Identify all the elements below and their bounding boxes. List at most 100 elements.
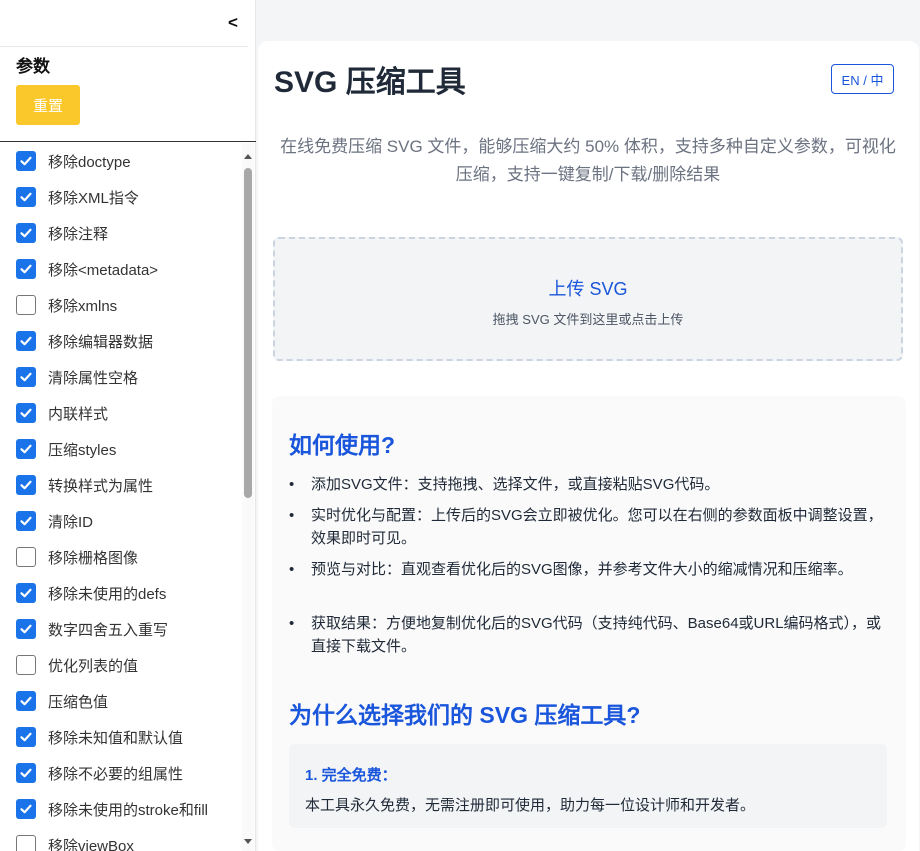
scroll-up-icon[interactable] bbox=[244, 154, 252, 159]
checkbox-unchecked[interactable] bbox=[16, 835, 36, 851]
checkbox-checked[interactable] bbox=[16, 331, 36, 351]
sidebar-scrollbar[interactable] bbox=[242, 143, 254, 851]
checkbox-unchecked[interactable] bbox=[16, 655, 36, 675]
option-item[interactable]: 优化列表的值 bbox=[16, 653, 138, 677]
check-icon bbox=[20, 768, 32, 778]
checkbox-checked[interactable] bbox=[16, 763, 36, 783]
checkbox-checked[interactable] bbox=[16, 367, 36, 387]
check-icon bbox=[20, 192, 32, 202]
option-item[interactable]: 移除viewBox bbox=[16, 833, 134, 851]
check-icon bbox=[20, 444, 32, 454]
checkbox-checked[interactable] bbox=[16, 475, 36, 495]
option-label: 移除未知值和默认值 bbox=[48, 729, 184, 747]
option-list: 移除doctype 移除XML指令 移除注释移除<metadata> 移除xmlns 移… bbox=[0, 143, 242, 851]
option-label: 移除xmlns bbox=[48, 297, 118, 315]
checkbox-checked[interactable] bbox=[16, 151, 36, 171]
option-label: 移除栅格图像 bbox=[48, 549, 139, 567]
option-label: 移除XML指令 bbox=[48, 189, 139, 207]
option-item[interactable]: 移除未知值和默认值 bbox=[16, 725, 183, 749]
check-icon bbox=[20, 696, 32, 706]
list-item: 实时优化与配置：上传后的SVG会立即被优化。您可以在右侧的参数面板中调整设置，效… bbox=[289, 504, 889, 550]
option-item[interactable]: 压缩色值 bbox=[16, 689, 108, 713]
option-label: 移除编辑器数据 bbox=[48, 333, 154, 351]
checkbox-checked[interactable] bbox=[16, 403, 36, 423]
feature-title: 1. 完全免费： bbox=[305, 767, 397, 784]
upload-title[interactable]: 上传 SVG bbox=[275, 275, 901, 301]
info-section: 如何使用? 添加SVG文件：支持拖拽、选择文件，或直接粘贴SVG代码。 实时优化… bbox=[272, 396, 906, 851]
check-icon bbox=[20, 264, 32, 274]
checkbox-checked[interactable] bbox=[16, 223, 36, 243]
howto-heading: 如何使用? bbox=[289, 432, 396, 458]
upload-hint: 拖拽 SVG 文件到这里或点击上传 bbox=[492, 312, 684, 327]
checkbox-checked[interactable] bbox=[16, 439, 36, 459]
option-item[interactable]: 内联样式 bbox=[16, 401, 108, 425]
option-label: 清除属性空格 bbox=[48, 369, 139, 387]
check-icon bbox=[20, 624, 32, 634]
check-icon bbox=[20, 804, 32, 814]
check-icon bbox=[20, 336, 32, 346]
option-item[interactable]: 移除编辑器数据 bbox=[16, 329, 153, 353]
option-label: 移除未使用的stroke和fill bbox=[48, 801, 209, 819]
checkbox-checked[interactable] bbox=[16, 799, 36, 819]
page-subtitle: 在线免费压缩 SVG 文件，能够压缩大约 50% 体积，支持多种自定义参数，可视… bbox=[280, 137, 896, 184]
option-item[interactable]: 数字四舍五入重写 bbox=[16, 617, 168, 641]
check-icon bbox=[20, 588, 32, 598]
option-item[interactable]: 移除未使用的stroke和fill bbox=[16, 797, 208, 821]
language-toggle-button[interactable]: EN / 中 bbox=[831, 64, 894, 94]
divider bbox=[0, 46, 248, 47]
page-title: SVG 压缩工具 bbox=[274, 66, 466, 99]
option-label: 移除<metadata> bbox=[48, 261, 159, 279]
checkbox-checked[interactable] bbox=[16, 511, 36, 531]
checkbox-checked[interactable] bbox=[16, 691, 36, 711]
option-label: 清除ID bbox=[48, 513, 94, 531]
option-item[interactable]: 移除xmlns bbox=[16, 293, 117, 317]
check-icon bbox=[20, 408, 32, 418]
check-icon bbox=[20, 372, 32, 382]
option-item[interactable]: 清除ID bbox=[16, 509, 93, 533]
checkbox-unchecked[interactable] bbox=[16, 547, 36, 567]
option-item[interactable]: 压缩styles bbox=[16, 437, 116, 461]
option-item[interactable]: 移除未使用的defs bbox=[16, 581, 166, 605]
list-item: 添加SVG文件：支持拖拽、选择文件，或直接粘贴SVG代码。 bbox=[289, 473, 889, 496]
feature-description: 本工具永久免费，无需注册即可使用，助力每一位设计师和开发者。 bbox=[305, 797, 756, 814]
option-label: 移除doctype bbox=[48, 153, 131, 171]
check-icon bbox=[20, 732, 32, 742]
option-label: 优化列表的值 bbox=[48, 657, 139, 675]
check-icon bbox=[20, 480, 32, 490]
option-label: 压缩styles bbox=[48, 441, 117, 459]
collapse-sidebar-button[interactable]: < bbox=[224, 12, 242, 34]
option-item[interactable]: 移除<metadata> bbox=[16, 257, 158, 281]
option-label: 压缩色值 bbox=[48, 693, 109, 711]
scroll-down-icon[interactable] bbox=[244, 839, 252, 844]
params-title: 参数 bbox=[16, 57, 50, 76]
option-label: 移除未使用的defs bbox=[48, 585, 167, 603]
option-label: 移除注释 bbox=[48, 225, 109, 243]
option-label: 数字四舍五入重写 bbox=[48, 621, 169, 639]
checkbox-checked[interactable] bbox=[16, 619, 36, 639]
list-item: 获取结果：方便地复制优化后的SVG代码（支持纯代码、Base64或URL编码格式… bbox=[289, 612, 889, 658]
scrollbar-thumb[interactable] bbox=[244, 168, 252, 498]
checkbox-unchecked[interactable] bbox=[16, 295, 36, 315]
checkbox-checked[interactable] bbox=[16, 187, 36, 207]
option-item[interactable]: 移除栅格图像 bbox=[16, 545, 138, 569]
option-label: 移除viewBox bbox=[48, 837, 134, 851]
checkbox-checked[interactable] bbox=[16, 583, 36, 603]
why-heading: 为什么选择我们的 SVG 压缩工具? bbox=[289, 702, 641, 728]
option-item[interactable]: 清除属性空格 bbox=[16, 365, 138, 389]
option-item[interactable]: 移除不必要的组属性 bbox=[16, 761, 183, 785]
reset-button[interactable]: 重置 bbox=[16, 85, 80, 125]
feature-card: 1. 完全免费： 本工具永久免费，无需注册即可使用，助力每一位设计师和开发者。 bbox=[289, 744, 887, 828]
upload-dropzone[interactable]: 上传 SVG 拖拽 SVG 文件到这里或点击上传 bbox=[273, 237, 903, 361]
option-item[interactable]: 移除doctype bbox=[16, 149, 131, 173]
option-label: 转换样式为属性 bbox=[48, 477, 154, 495]
option-item[interactable]: 移除XML指令 bbox=[16, 185, 139, 209]
option-item[interactable]: 转换样式为属性 bbox=[16, 473, 153, 497]
main-panel: SVG 压缩工具 EN / 中 在线免费压缩 SVG 文件，能够压缩大约 50%… bbox=[258, 41, 919, 851]
divider bbox=[0, 141, 256, 142]
checkbox-checked[interactable] bbox=[16, 727, 36, 747]
sidebar: < 参数 重置 移除doctype 移除XML指令 移除注释移除<metadata>… bbox=[0, 0, 256, 851]
option-label: 内联样式 bbox=[48, 405, 109, 423]
option-label: 移除不必要的组属性 bbox=[48, 765, 184, 783]
option-item[interactable]: 移除注释 bbox=[16, 221, 108, 245]
checkbox-checked[interactable] bbox=[16, 259, 36, 279]
